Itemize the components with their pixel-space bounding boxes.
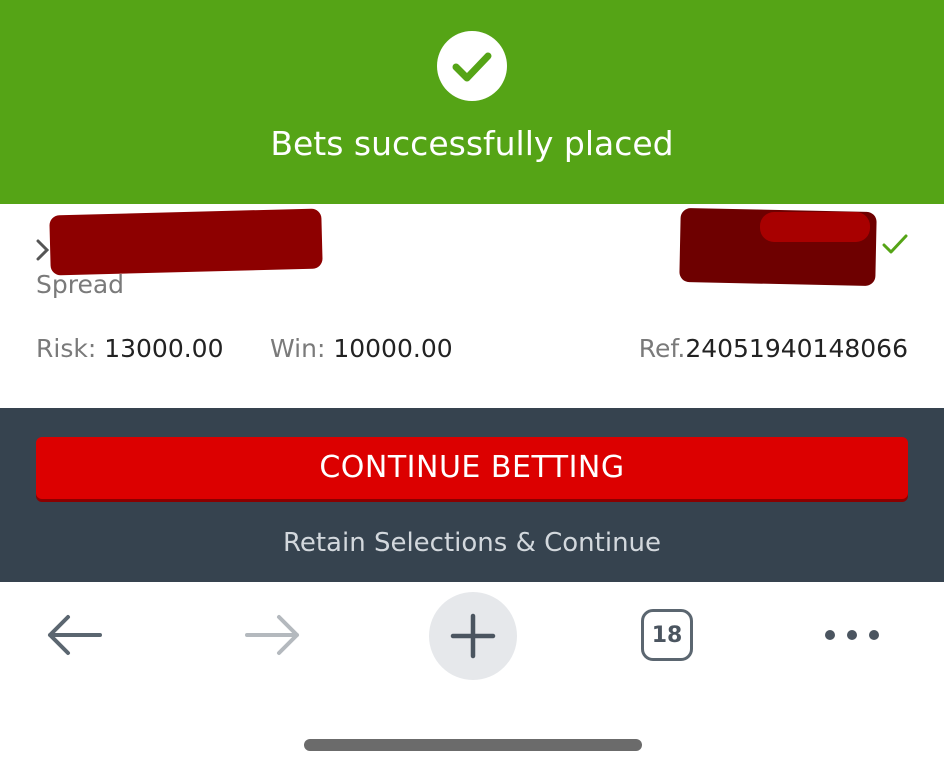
redacted-odds-overlay (760, 212, 870, 242)
home-indicator[interactable] (304, 739, 642, 751)
ref-label: Ref. (638, 334, 686, 363)
bet-market: Spread (36, 270, 125, 299)
tab-switcher-button[interactable]: 18 (641, 609, 693, 661)
chevron-right-icon[interactable] (36, 237, 50, 263)
redacted-selection (49, 208, 323, 276)
checkmark-icon (882, 234, 908, 254)
win-value: 10000.00 (333, 334, 453, 363)
checkmark-circle-icon (437, 31, 507, 101)
ref-value: 24051940148066 (685, 334, 908, 363)
risk-amount: Risk: 13000.00 (36, 334, 224, 363)
success-banner: Bets successfully placed (0, 0, 944, 204)
arrow-right-icon[interactable] (243, 613, 303, 657)
win-label: Win: (270, 334, 326, 363)
tab-count: 18 (651, 622, 683, 648)
plus-icon (450, 613, 496, 659)
retain-selections-link[interactable]: Retain Selections & Continue (0, 528, 944, 558)
success-message: Bets successfully placed (270, 124, 674, 163)
more-dots-icon[interactable] (822, 622, 882, 648)
risk-value: 13000.00 (104, 334, 224, 363)
win-amount: Win: 10000.00 (270, 334, 453, 363)
new-tab-button[interactable] (429, 592, 517, 680)
bet-reference: Ref.24051940148066 (639, 334, 908, 363)
arrow-left-icon[interactable] (44, 613, 104, 657)
continue-betting-button[interactable]: CONTINUE BETTING (36, 437, 908, 499)
risk-label: Risk: (36, 334, 97, 363)
